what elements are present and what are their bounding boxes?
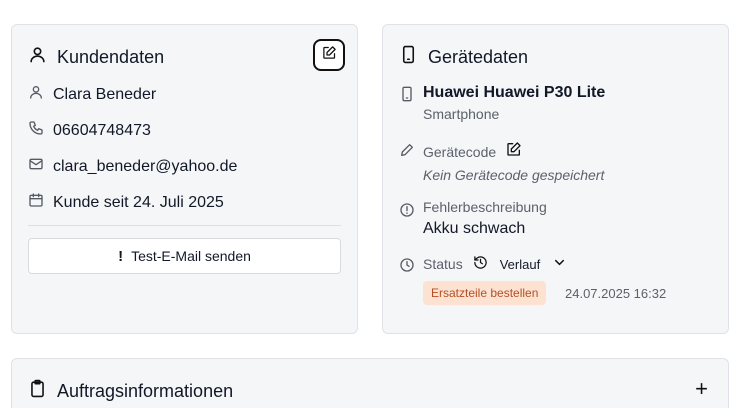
device-card-header: Gerätedaten [399,45,528,69]
status-line: Status Verlauf [423,255,567,273]
customer-card-header: Kundendaten [28,45,164,69]
customer-name: Clara Beneder [53,85,157,103]
device-card-title: Gerätedaten [428,46,529,67]
exclamation-icon: ! [118,247,124,265]
edit-icon [507,142,521,156]
device-name: Huawei Huawei P30 Lite [423,84,606,101]
pencil-icon [399,142,415,158]
customer-email-row: clara_beneder@yahoo.de [28,156,237,177]
chevron-down-icon [552,255,567,273]
device-card: Gerätedaten Huawei Huawei P30 Lite Smart… [382,24,729,334]
order-card: Auftragsinformationen + [11,358,729,408]
device-code-header: Gerätecode [423,141,522,162]
device-code-value: Kein Gerätecode gespeichert [423,167,605,183]
order-card-title: Auftragsinformationen [57,380,234,401]
phone-icon [28,120,44,141]
status-label: Status [423,256,463,272]
send-test-email-label: Test-E-Mail senden [131,248,251,264]
history-label: Verlauf [499,256,541,272]
customer-name-row: Clara Beneder [28,84,156,105]
status-timestamp: 24.07.2025 16:32 [565,286,667,301]
user-icon [28,45,47,69]
smartphone-icon [399,45,418,69]
history-icon [473,255,488,273]
device-info: Huawei Huawei P30 Lite Smartphone [423,84,605,122]
order-card-header: Auftragsinformationen [28,379,233,403]
divider [28,225,341,226]
edit-icon [322,45,337,65]
customer-phone-row: 06604748473 [28,120,151,141]
add-order-button[interactable]: + [695,378,708,400]
calendar-icon [28,192,44,213]
fault-label: Fehlerbeschreibung [423,199,547,215]
send-test-email-button[interactable]: ! Test-E-Mail senden [28,238,341,274]
device-code-label: Gerätecode [423,143,497,160]
customer-email[interactable]: clara_beneder@yahoo.de [53,158,237,176]
customer-since: Kunde seit 24. Juli 2025 [53,193,224,211]
customer-since-row: Kunde seit 24. Juli 2025 [28,192,224,213]
device-type: Smartphone [423,106,500,122]
mail-icon [28,156,44,177]
fault-value: Akku schwach [423,220,526,237]
edit-customer-button[interactable] [313,39,345,71]
customer-phone[interactable]: 06604748473 [53,122,151,140]
status-badge: Ersatzteile bestellen [423,281,547,305]
user-icon [28,84,44,105]
history-dropdown[interactable]: Verlauf [473,255,567,273]
clock-icon [399,257,415,273]
edit-code-button[interactable] [506,141,522,162]
customer-card: Kundendaten Clara Beneder 06604748473 cl… [11,24,358,334]
clipboard-icon [28,379,47,403]
smartphone-icon [399,86,415,102]
alert-circle-icon [399,202,415,218]
customer-card-title: Kundendaten [57,46,165,67]
